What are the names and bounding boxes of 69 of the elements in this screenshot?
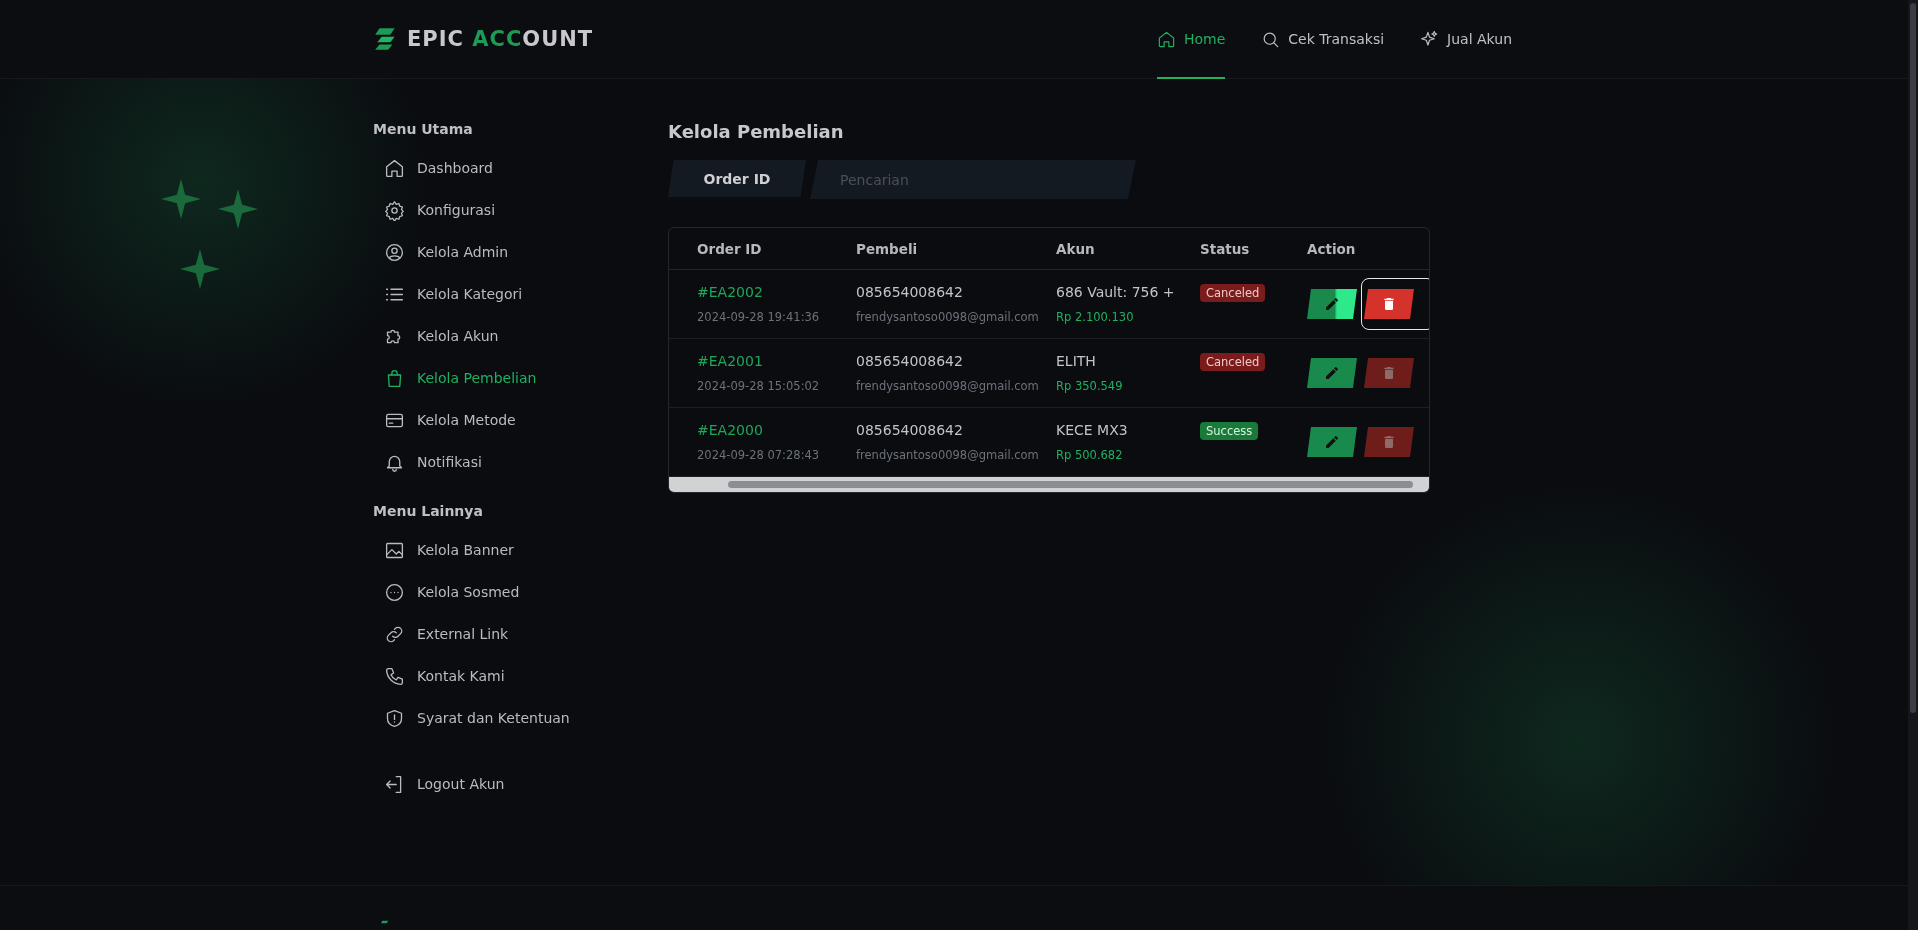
order-id-link[interactable]: #EA2000	[697, 422, 856, 438]
buyer-phone: 085654008642	[856, 422, 964, 438]
section-heading: Menu Utama	[373, 121, 474, 137]
sparkle-icon	[1420, 29, 1440, 49]
buyer-phone: 085654008642	[856, 353, 964, 369]
sidebar-item[interactable]: Kelola Metode	[373, 399, 668, 441]
pencil-icon	[1324, 296, 1340, 312]
trash-icon	[1381, 296, 1397, 312]
sparkle-icon	[161, 179, 201, 219]
sidebar-item[interactable]: Notifikasi	[373, 441, 668, 483]
pencil-icon	[1324, 434, 1340, 450]
nav-link[interactable]: Jual Akun	[1420, 0, 1512, 79]
trash-icon	[1381, 365, 1397, 381]
phone-icon	[384, 665, 405, 687]
nav-link[interactable]: Home	[1156, 0, 1226, 79]
sidebar-item[interactable]: Konfigurasi	[373, 189, 668, 231]
pencil-icon	[1324, 365, 1340, 381]
sidebar-item[interactable]: Kelola Sosmed	[373, 571, 668, 613]
price-text: Rp 500.682	[1056, 448, 1124, 462]
buyer-email: frendysantoso0098@gmail.com	[856, 448, 1040, 462]
delete-button[interactable]	[1364, 289, 1414, 319]
nav-link[interactable]: Cek Transaksi	[1261, 0, 1385, 79]
account-name: 686 Vault: 756 +	[1056, 284, 1176, 300]
order-date: 2024-09-28 07:28:43	[697, 448, 821, 462]
section-heading: Menu Lainnya	[373, 503, 484, 519]
sidebar-item[interactable]: Kontak Kami	[373, 655, 668, 697]
sidebar-item[interactable]: Syarat dan Ketentuan	[373, 697, 668, 739]
sparkle-icon	[218, 189, 258, 229]
order-date: 2024-09-28 15:05:02	[697, 379, 821, 393]
filter-dropdown[interactable]: Order ID	[668, 160, 806, 197]
price-text: Rp 350.549	[1056, 379, 1124, 393]
edit-button[interactable]	[1307, 289, 1357, 319]
buyer-phone: 085654008642	[856, 284, 964, 300]
sidebar-item[interactable]: Kelola Banner	[373, 529, 668, 571]
sidebar-item[interactable]: Dashboard	[373, 147, 668, 189]
order-date: 2024-09-28 19:41:36	[697, 310, 821, 324]
account-name: ELITH	[1056, 353, 1097, 369]
order-id-link[interactable]: #EA2002	[697, 284, 856, 300]
settings-icon	[384, 199, 405, 221]
logo-text[interactable]: EPIC ACCOUNT	[407, 27, 594, 51]
account-name: KECE MX3	[1056, 422, 1129, 438]
sidebar-item[interactable]: Kelola Akun	[373, 315, 668, 357]
column-header: Pembeli	[856, 240, 919, 257]
page-title: Kelola Pembelian	[668, 121, 845, 142]
order-id-link[interactable]: #EA2001	[697, 353, 856, 369]
buyer-email: frendysantoso0098@gmail.com	[856, 379, 1040, 393]
chat-icon	[384, 581, 405, 603]
vertical-scrollbar[interactable]	[1908, 0, 1918, 930]
trash-icon	[1381, 434, 1397, 450]
price-text: Rp 2.100.130	[1056, 310, 1135, 324]
column-header: Action	[1307, 240, 1357, 257]
status-badge: Success	[1200, 422, 1259, 440]
status-badge: Canceled	[1200, 284, 1266, 302]
shield-icon	[384, 707, 405, 729]
home-icon	[384, 157, 405, 179]
sidebar-item[interactable]: Kelola Kategori	[373, 273, 668, 315]
column-header: Akun	[1056, 240, 1096, 257]
sparkle-icon	[180, 249, 220, 289]
status-badge: Canceled	[1200, 353, 1266, 371]
logout-link[interactable]: Logout Akun	[373, 763, 668, 805]
column-header: Order ID	[697, 240, 763, 257]
buyer-email: frendysantoso0098@gmail.com	[856, 310, 1040, 324]
home-icon	[1156, 29, 1176, 49]
sidebar-item[interactable]: Kelola Pembelian	[373, 357, 668, 399]
sidebar-item[interactable]: Kelola Admin	[373, 231, 668, 273]
user-icon	[384, 241, 405, 263]
horizontal-scrollbar[interactable]	[669, 477, 1429, 492]
column-header: Status	[1200, 240, 1251, 257]
sidebar-item[interactable]: External Link	[373, 613, 668, 655]
